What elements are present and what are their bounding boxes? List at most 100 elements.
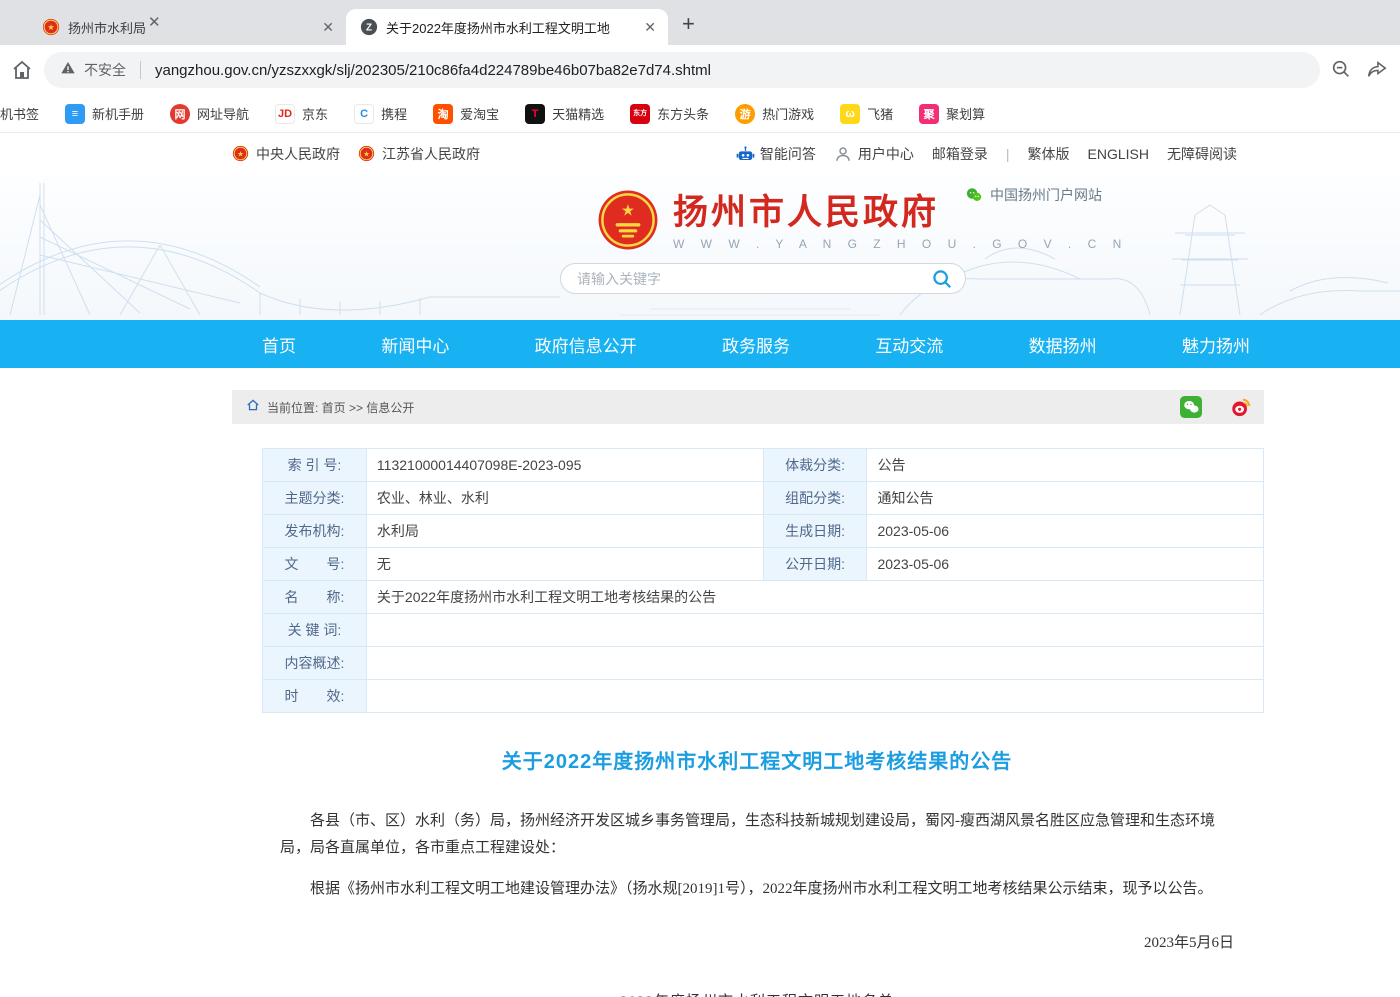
meta-label: 关 键 词:	[263, 614, 367, 647]
breadcrumb-text[interactable]: 当前位置: 首页 >> 信息公开	[267, 399, 414, 416]
bookmark-item[interactable]: JD 京东	[275, 104, 328, 124]
wechat-share-icon[interactable]	[1180, 396, 1202, 418]
bookmark-item[interactable]: 淘爱淘宝	[433, 104, 499, 124]
breadcrumb: 当前位置: 首页 >> 信息公开	[232, 390, 1264, 424]
bookmark-item[interactable]: 聚聚划算	[919, 104, 985, 124]
article-date: 2023年5月6日	[280, 931, 1234, 952]
nav-item[interactable]: 互动交流	[875, 332, 943, 357]
weibo-share-icon[interactable]	[1230, 396, 1252, 418]
meta-label: 时 效:	[263, 680, 367, 713]
zoom-out-icon[interactable]	[1330, 58, 1354, 82]
site-search-box[interactable]	[560, 263, 966, 294]
nav-item[interactable]: 首页	[262, 332, 296, 357]
utility-link-label: 繁体版	[1028, 144, 1070, 164]
address-bar[interactable]: 不安全 yangzhou.gov.cn/yzszxxgk/slj/202305/…	[44, 52, 1320, 88]
share-icon[interactable]	[1366, 58, 1390, 82]
url-text[interactable]: yangzhou.gov.cn/yzszxxgk/slj/202305/210c…	[155, 62, 711, 79]
bookmark-label: 飞猪	[867, 104, 893, 123]
utility-link-label: ENGLISH	[1088, 146, 1149, 162]
meta-value: 通知公告	[867, 482, 1264, 515]
utility-link-label: |	[1006, 146, 1010, 162]
security-status-text: 不安全	[84, 60, 126, 80]
bookmark-label: 网址导航	[197, 104, 249, 123]
bookmark-favicon-icon: JD	[275, 104, 295, 124]
meta-label: 内容概述:	[263, 647, 367, 680]
gov-link[interactable]: ★中央人民政府	[232, 144, 340, 164]
omnibox-divider	[140, 61, 141, 79]
site-favicon: Z	[360, 18, 378, 36]
close-icon[interactable]: ✕	[642, 19, 658, 36]
utility-link[interactable]: 无障碍阅读	[1167, 144, 1237, 164]
bookmark-item[interactable]: 网网址导航	[170, 104, 249, 124]
bookmark-item[interactable]: 东方东方头条	[630, 104, 709, 124]
meta-row: 主题分类:农业、林业、水利组配分类:通知公告	[263, 482, 1264, 515]
utility-link[interactable]: ENGLISH	[1088, 146, 1149, 162]
meta-label: 索 引 号:	[263, 449, 367, 482]
search-input[interactable]	[577, 271, 931, 287]
search-icon[interactable]	[931, 268, 953, 290]
robot-icon	[736, 145, 754, 163]
bookmark-label: 机书签	[0, 104, 39, 123]
bookmark-favicon-icon: 游	[735, 104, 755, 124]
meta-value: 11321000014407098E-2023-095	[366, 449, 763, 482]
nav-item[interactable]: 政务服务	[722, 332, 790, 357]
new-tab-button[interactable]: +	[682, 11, 695, 37]
bookmark-label: 聚划算	[946, 104, 985, 123]
bookmark-item[interactable]: ω飞猪	[840, 104, 893, 124]
bookmark-label: 新机手册	[92, 104, 144, 123]
browser-tab-inactive[interactable]: ★ 扬州市水利局 ✕	[28, 9, 346, 45]
bookmark-label: 天猫精选	[552, 104, 604, 123]
meta-value: 无	[366, 548, 763, 581]
breadcrumb-home-icon[interactable]	[246, 398, 260, 417]
site-utility-bar: ★中央人民政府★江苏省人民政府 智能问答用户中心邮箱登录|繁体版ENGLISH无…	[0, 133, 1400, 175]
nav-item[interactable]: 政府信息公开	[535, 332, 637, 357]
meta-row: 名 称:关于2022年度扬州市水利工程文明工地考核结果的公告	[263, 581, 1264, 614]
bookmark-favicon-icon: 东方	[630, 104, 650, 124]
svg-text:★: ★	[621, 202, 635, 219]
home-icon[interactable]	[10, 58, 34, 82]
meta-label: 主题分类:	[263, 482, 367, 515]
gov-link[interactable]: ★ 江苏省人民政府	[358, 144, 480, 164]
gov-emblem-icon: ★	[232, 145, 250, 163]
bookmark-label: 爱淘宝	[460, 104, 499, 123]
bookmark-favicon-icon: T	[525, 104, 545, 124]
bookmark-label: 京东	[302, 104, 328, 123]
nav-item[interactable]: 新闻中心	[381, 332, 449, 357]
nav-item[interactable]: 魅力扬州	[1182, 332, 1250, 357]
article-paragraph: 根据《扬州市水利工程文明工地建设管理办法》（扬水规[2019]1号），2022年…	[280, 876, 1234, 903]
bookmark-item[interactable]: T 天猫精选	[525, 104, 604, 124]
not-secure-warning-icon	[60, 60, 76, 81]
article: 关于2022年度扬州市水利工程文明工地考核结果的公告 各县（市、区）水利（务）局…	[232, 745, 1264, 997]
close-icon[interactable]: ✕	[148, 13, 161, 31]
utility-link-label: 邮箱登录	[932, 144, 988, 164]
meta-value: 关于2022年度扬州市水利工程文明工地考核结果的公告	[366, 581, 1263, 614]
bookmark-item[interactable]: 游热门游戏	[735, 104, 814, 124]
portal-wechat-link[interactable]: 中国扬州门户网站	[965, 185, 1102, 205]
document-meta-table: 索 引 号:11321000014407098E-2023-095体裁分类:公告…	[262, 448, 1264, 713]
utility-link[interactable]: 邮箱登录	[932, 144, 988, 164]
nav-item[interactable]: 数据扬州	[1029, 332, 1097, 357]
browser-tab-active[interactable]: Z 关于2022年度扬州市水利工程文明工地 ✕	[346, 9, 668, 45]
meta-row: 文 号:无公开日期:2023-05-06	[263, 548, 1264, 581]
meta-label: 名 称:	[263, 581, 367, 614]
tab-title: 扬州市水利局	[68, 18, 312, 37]
bookmark-item[interactable]: ≡ 新机手册	[65, 104, 144, 124]
close-icon[interactable]: ✕	[320, 19, 336, 36]
bookmark-favicon-icon: ≡	[65, 104, 85, 124]
meta-value: 水利局	[366, 515, 763, 548]
svg-text:★: ★	[47, 23, 54, 32]
utility-link-label: 智能问答	[760, 144, 816, 164]
utility-link[interactable]: 用户中心	[834, 144, 914, 164]
meta-label: 生成日期:	[763, 515, 867, 548]
utility-link[interactable]: 智能问答	[736, 144, 816, 164]
bookmark-item[interactable]: C携程	[354, 104, 407, 124]
utility-link[interactable]: 繁体版	[1028, 144, 1070, 164]
meta-row: 时 效:	[263, 680, 1264, 713]
meta-row: 内容概述:	[263, 647, 1264, 680]
meta-row: 关 键 词:	[263, 614, 1264, 647]
bookmark-item[interactable]: 机书签	[0, 104, 39, 123]
bookmark-label: 携程	[381, 104, 407, 123]
gov-link-label: 江苏省人民政府	[382, 144, 480, 164]
svg-text:★: ★	[363, 149, 370, 158]
bookmark-favicon-icon: 淘	[433, 104, 453, 124]
